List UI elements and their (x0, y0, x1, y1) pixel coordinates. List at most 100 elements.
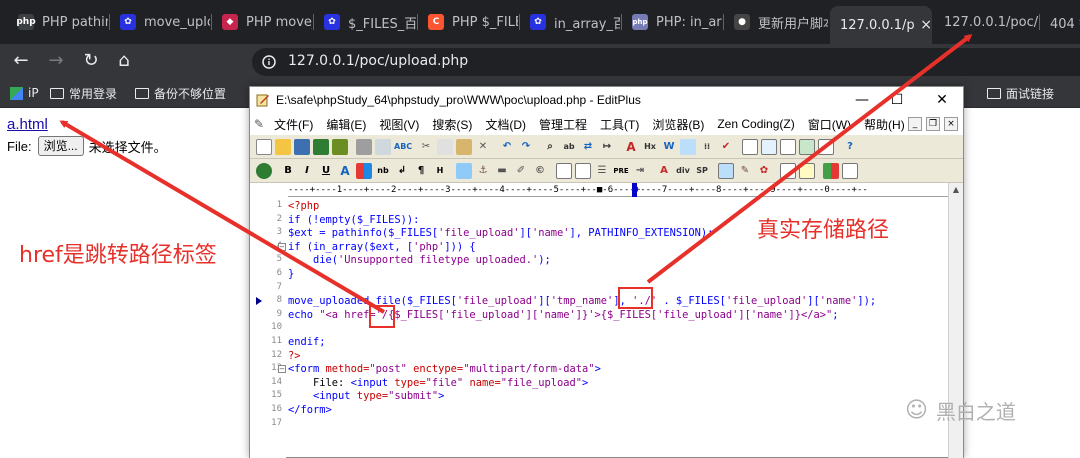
color-picker-icon[interactable] (356, 163, 372, 179)
address-url[interactable]: 127.0.0.1/poc/upload.php (288, 53, 468, 69)
preview-window-icon[interactable] (842, 163, 858, 179)
info-icon[interactable] (262, 54, 276, 70)
tab-move-uploaded[interactable]: ✿ move_uplo (110, 6, 210, 38)
home-icon[interactable]: ⌂ (113, 50, 135, 72)
script-icon[interactable]: ✎ (737, 163, 753, 179)
goto-line-icon[interactable]: ↦ (599, 139, 615, 155)
cut-icon[interactable]: ✂ (418, 139, 434, 155)
mdi-close-icon[interactable]: × (944, 117, 958, 131)
tab-404[interactable]: 404 错 (1040, 6, 1080, 38)
line-number-icon[interactable] (680, 139, 696, 155)
print-icon[interactable] (356, 139, 372, 155)
tab-php-files[interactable]: C PHP $_FILES (418, 6, 518, 38)
output-window-icon[interactable] (799, 139, 815, 155)
column-select-icon[interactable]: ⁞⁞ (699, 139, 715, 155)
replace-icon[interactable]: ab (561, 139, 577, 155)
print-preview-icon[interactable] (375, 139, 391, 155)
tab-files-baidu[interactable]: ✿ $_FILES_百度 (314, 6, 416, 38)
menu-edit[interactable]: 编辑(E) (326, 116, 366, 133)
anchor-icon[interactable]: ⚓ (475, 163, 491, 179)
cascade-icon[interactable] (780, 139, 796, 155)
horizontal-rule-icon[interactable]: ▬ (494, 163, 510, 179)
nbsp-icon[interactable]: nb (375, 163, 391, 179)
menu-search[interactable]: 搜索(S) (432, 116, 472, 133)
back-arrow-icon[interactable]: ← (10, 50, 32, 72)
save-icon[interactable] (294, 139, 310, 155)
tab-localhost-2[interactable]: 127.0.0.1/poc/1 (934, 6, 1038, 38)
menu-document[interactable]: 文档(D) (485, 116, 526, 133)
underline-icon[interactable]: U (318, 163, 334, 179)
close-icon[interactable]: × (920, 17, 932, 33)
tab-php-pathinfo[interactable]: php PHP pathinf (8, 6, 108, 38)
find-icon[interactable]: ⌕ (542, 139, 558, 155)
check-icon[interactable]: ✔ (718, 139, 734, 155)
form-icon[interactable] (575, 163, 591, 179)
menu-tools[interactable]: 工具(T) (600, 116, 639, 133)
pre-icon[interactable]: PRE (613, 163, 629, 179)
comment-icon[interactable]: ✐ (513, 163, 529, 179)
close-icon[interactable]: ✕ (932, 90, 952, 110)
table-icon[interactable] (556, 163, 572, 179)
ftp-icon[interactable] (332, 139, 348, 155)
heading-icon[interactable]: H (432, 163, 448, 179)
browser-preview-icon[interactable] (256, 163, 272, 179)
mdi-minimize-icon[interactable]: _ (908, 117, 922, 131)
menu-file[interactable]: 文件(F) (274, 116, 313, 133)
maximize-icon[interactable]: ☐ (887, 90, 907, 110)
minimize-icon[interactable]: — (852, 90, 872, 110)
paragraph-icon[interactable]: ¶ (413, 163, 429, 179)
find-in-files-icon[interactable]: ⇄ (580, 139, 596, 155)
menu-browser[interactable]: 浏览器(B) (652, 116, 704, 133)
menu-zen-coding[interactable]: Zen Coding(Z) (717, 117, 794, 131)
tab-php-in-array[interactable]: php PHP: in_arra (622, 6, 722, 38)
code-line[interactable]: <input type="submit"> (288, 390, 444, 404)
code-line[interactable]: $ext = pathinfo($_FILES['file_upload']['… (288, 227, 713, 241)
code-line[interactable]: die('Unsupported filetype uploaded.'); (288, 254, 551, 268)
tab-php-move[interactable]: ◆ PHP move_ (212, 6, 312, 38)
delete-icon[interactable]: ✕ (475, 139, 491, 155)
code-line[interactable]: File: <input type="file" name="file_uplo… (288, 377, 588, 391)
line-break-icon[interactable]: ↲ (394, 163, 410, 179)
css-icon[interactable] (718, 163, 734, 179)
code-line[interactable]: </form> (288, 404, 332, 418)
fold-toggle-icon[interactable]: − (278, 365, 286, 374)
italic-icon[interactable]: I (299, 163, 315, 179)
window-icon[interactable] (742, 139, 758, 155)
tab-active-localhost[interactable]: 127.0.0.1/poc × (830, 6, 932, 44)
forward-arrow-icon[interactable]: → (45, 50, 67, 72)
html-toolbar-icon[interactable] (780, 163, 796, 179)
div-icon[interactable]: div (675, 163, 691, 179)
mdi-restore-icon[interactable]: ❐ (926, 117, 940, 131)
menu-help[interactable]: 帮助(H) (864, 116, 905, 133)
code-line[interactable]: <?php (288, 200, 319, 214)
tab-update-userscript[interactable]: ● 更新用户脚本 (724, 6, 828, 38)
save-all-icon[interactable] (313, 139, 329, 155)
header-icon[interactable]: Hx (642, 139, 658, 155)
color-table-icon[interactable] (823, 163, 839, 179)
code-line[interactable]: } (288, 268, 294, 282)
uploaded-file-link[interactable]: a.html (7, 116, 48, 133)
code-line[interactable]: endif; (288, 336, 326, 350)
list-icon[interactable]: ☰ (594, 163, 610, 179)
code-line[interactable]: <form method="post" enctype="multipart/f… (288, 363, 601, 377)
bookmark-ip[interactable]: iP (10, 84, 39, 102)
reload-icon[interactable]: ↻ (80, 50, 102, 72)
menu-view[interactable]: 视图(V) (379, 116, 419, 133)
bookmark-folder-interview[interactable]: 面试链接 (987, 84, 1054, 102)
font-icon[interactable]: A (623, 139, 639, 155)
code-line[interactable]: if (in_array($ext, ['php'])) { (288, 241, 476, 255)
font-tag-icon[interactable]: A (656, 163, 672, 179)
undo-icon[interactable]: ↶ (499, 139, 515, 155)
help-icon[interactable]: ? (842, 139, 858, 155)
image-icon[interactable] (456, 163, 472, 179)
indent-icon[interactable]: ⇥ (632, 163, 648, 179)
code-line[interactable]: if (!empty($_FILES)): (288, 214, 419, 228)
tab-in-array-baidu[interactable]: ✿ in_array_百度 (520, 6, 620, 38)
fold-toggle-icon[interactable]: − (278, 242, 286, 251)
bookmark-folder-login[interactable]: 常用登录 (50, 84, 117, 102)
code-line[interactable]: ?> (288, 350, 301, 364)
word-wrap-icon[interactable]: W (661, 139, 677, 155)
cliptext-icon[interactable] (818, 139, 834, 155)
address-bar[interactable]: 127.0.0.1/poc/upload.php (252, 48, 1080, 76)
spell-check-icon[interactable]: ABC (394, 139, 412, 155)
